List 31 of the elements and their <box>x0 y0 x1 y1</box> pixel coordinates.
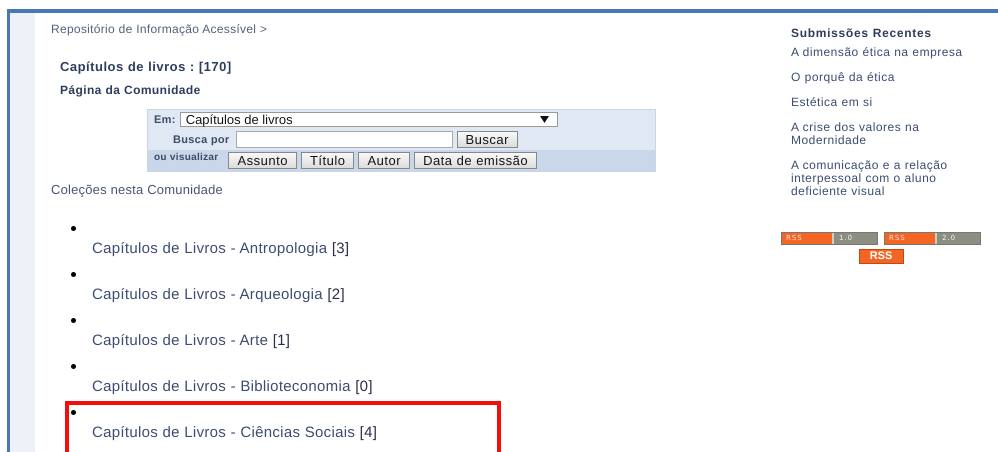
submission-link[interactable]: O porquê da ética <box>791 71 973 84</box>
community-page-link[interactable]: Página da Comunidade <box>60 83 201 97</box>
browse-button[interactable]: Título <box>300 152 354 169</box>
collection-link[interactable]: Capítulos de Livros - Arqueologia [2] <box>92 286 345 303</box>
submission-link[interactable]: A dimensão ética na empresa <box>791 46 973 59</box>
dropdown-arrow-icon <box>540 116 549 123</box>
collection-link[interactable]: Capítulos de Livros - Arte [1] <box>92 332 290 349</box>
browse-button[interactable]: Data de emissão <box>414 152 538 169</box>
scope-dropdown[interactable]: Capítulos de livros <box>180 112 558 127</box>
collections-heading: Coleções nesta Comunidade <box>51 182 224 197</box>
browse-label: ou visualizar <box>154 152 218 163</box>
submission-link[interactable]: A crise dos valores na Modernidade <box>791 121 973 147</box>
breadcrumb-link[interactable]: Repositório de Informação Acessível > <box>51 22 781 36</box>
bullet-icon <box>71 318 76 323</box>
submission-link[interactable]: Estética em si <box>791 96 973 109</box>
community-title: Capítulos de livros : [170] <box>60 59 233 74</box>
bullet-icon <box>71 364 76 369</box>
collection-link[interactable]: Capítulos de Livros - Ciências Sociais [4] <box>92 424 378 441</box>
search-button[interactable]: Buscar <box>456 131 518 148</box>
collection-link[interactable]: Capítulos de Livros - Antropologia [3] <box>92 240 350 257</box>
collection-link[interactable]: Capítulos de Livros - Biblioteconomia [0] <box>92 378 373 395</box>
browse-button[interactable]: Autor <box>358 152 410 169</box>
query-input[interactable] <box>236 131 452 148</box>
scope-label: Em: <box>154 114 176 126</box>
bullet-icon <box>71 226 76 231</box>
recent-submissions-heading: Submissões Recentes <box>791 26 933 40</box>
bullet-icon <box>71 272 76 277</box>
query-label: Busca por <box>173 134 230 146</box>
bullet-icon <box>71 410 76 415</box>
submission-link[interactable]: A comunicação e a relação interpessoal com o aluno deficiente visual <box>791 159 973 198</box>
browse-button[interactable]: Assunto <box>228 152 297 169</box>
